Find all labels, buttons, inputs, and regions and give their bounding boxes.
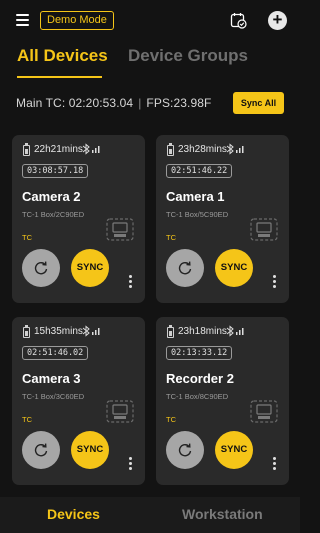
battery-icon <box>23 143 30 156</box>
refresh-icon <box>178 443 192 457</box>
battery-icon <box>167 325 174 338</box>
main-timecode-row: Main TC: 02:20:53.04 | FPS:23.98F <box>16 96 211 110</box>
battery-runtime: 23h18mins <box>178 326 227 337</box>
main-tc-readout: Main TC: 02:20:53.04 <box>16 96 134 110</box>
sync-all-button[interactable]: Sync All <box>233 92 284 114</box>
bluetooth-signal-icon <box>226 325 244 337</box>
device-card[interactable]: 22h21mins 03:08:57.18 Camera 2 TC-1 Box/… <box>12 135 145 303</box>
sync-button[interactable]: SYNC <box>71 249 109 287</box>
battery-icon <box>23 325 30 338</box>
device-model: TC-1 Box/3C60ED <box>22 392 85 401</box>
device-model: TC-1 Box/8C90ED <box>166 392 229 401</box>
tc-separator: | <box>138 96 142 110</box>
battery-runtime: 23h28mins <box>178 144 227 155</box>
monitor-icon <box>106 400 134 423</box>
refresh-icon <box>178 261 192 275</box>
device-card[interactable]: 23h18mins 02:13:33.12 Recorder 2 TC-1 Bo… <box>156 317 289 485</box>
tc-tag: TC <box>166 415 176 424</box>
device-timecode: 02:13:33.12 <box>166 346 233 360</box>
device-name: Camera 2 <box>22 189 81 204</box>
demo-mode-badge[interactable]: Demo Mode <box>40 11 114 30</box>
bluetooth-signal-icon <box>82 325 100 337</box>
refresh-icon <box>34 261 48 275</box>
tab-device-groups[interactable]: Device Groups <box>128 46 248 66</box>
refresh-icon <box>34 443 48 457</box>
fps-readout: FPS:23.98F <box>146 96 212 110</box>
device-timecode: 02:51:46.22 <box>166 164 233 178</box>
bluetooth-signal-icon <box>82 143 100 155</box>
restart-button[interactable] <box>166 249 204 287</box>
sync-button[interactable]: SYNC <box>215 431 253 469</box>
sync-button[interactable]: SYNC <box>71 431 109 469</box>
monitor-icon <box>250 218 278 241</box>
battery-runtime: 22h21mins <box>34 144 83 155</box>
nav-workstation[interactable]: Workstation <box>182 506 263 522</box>
restart-button[interactable] <box>22 249 60 287</box>
tc-tag: TC <box>22 233 32 242</box>
restart-button[interactable] <box>22 431 60 469</box>
tab-all-devices[interactable]: All Devices <box>17 46 108 66</box>
menu-icon[interactable] <box>16 14 29 26</box>
device-card[interactable]: 15h35mins 02:51:46.02 Camera 3 TC-1 Box/… <box>12 317 145 485</box>
device-name: Camera 3 <box>22 371 81 386</box>
more-options-icon[interactable] <box>273 457 277 471</box>
tc-tag: TC <box>22 415 32 424</box>
sync-button[interactable]: SYNC <box>215 249 253 287</box>
bluetooth-signal-icon <box>226 143 244 155</box>
monitor-icon <box>106 218 134 241</box>
tc-tag: TC <box>166 233 176 242</box>
more-options-icon[interactable] <box>129 457 133 471</box>
active-tab-indicator <box>17 76 102 78</box>
restart-button[interactable] <box>166 431 204 469</box>
device-card[interactable]: 23h28mins 02:51:46.22 Camera 1 TC-1 Box/… <box>156 135 289 303</box>
check-schedule-icon[interactable] <box>230 12 247 29</box>
device-name: Recorder 2 <box>166 371 234 386</box>
monitor-icon <box>250 400 278 423</box>
bottom-nav: Devices Workstation <box>0 497 300 533</box>
nav-devices[interactable]: Devices <box>47 506 100 522</box>
battery-runtime: 15h35mins <box>34 326 83 337</box>
more-options-icon[interactable] <box>129 275 133 289</box>
more-options-icon[interactable] <box>273 275 277 289</box>
top-bar: Demo Mode + <box>0 0 300 42</box>
device-timecode: 02:51:46.02 <box>22 346 89 360</box>
add-icon[interactable]: + <box>268 11 287 30</box>
device-model: TC-1 Box/2C90ED <box>22 210 85 219</box>
device-name: Camera 1 <box>166 189 225 204</box>
device-timecode: 03:08:57.18 <box>22 164 89 178</box>
battery-icon <box>167 143 174 156</box>
device-model: TC-1 Box/5C90ED <box>166 210 229 219</box>
